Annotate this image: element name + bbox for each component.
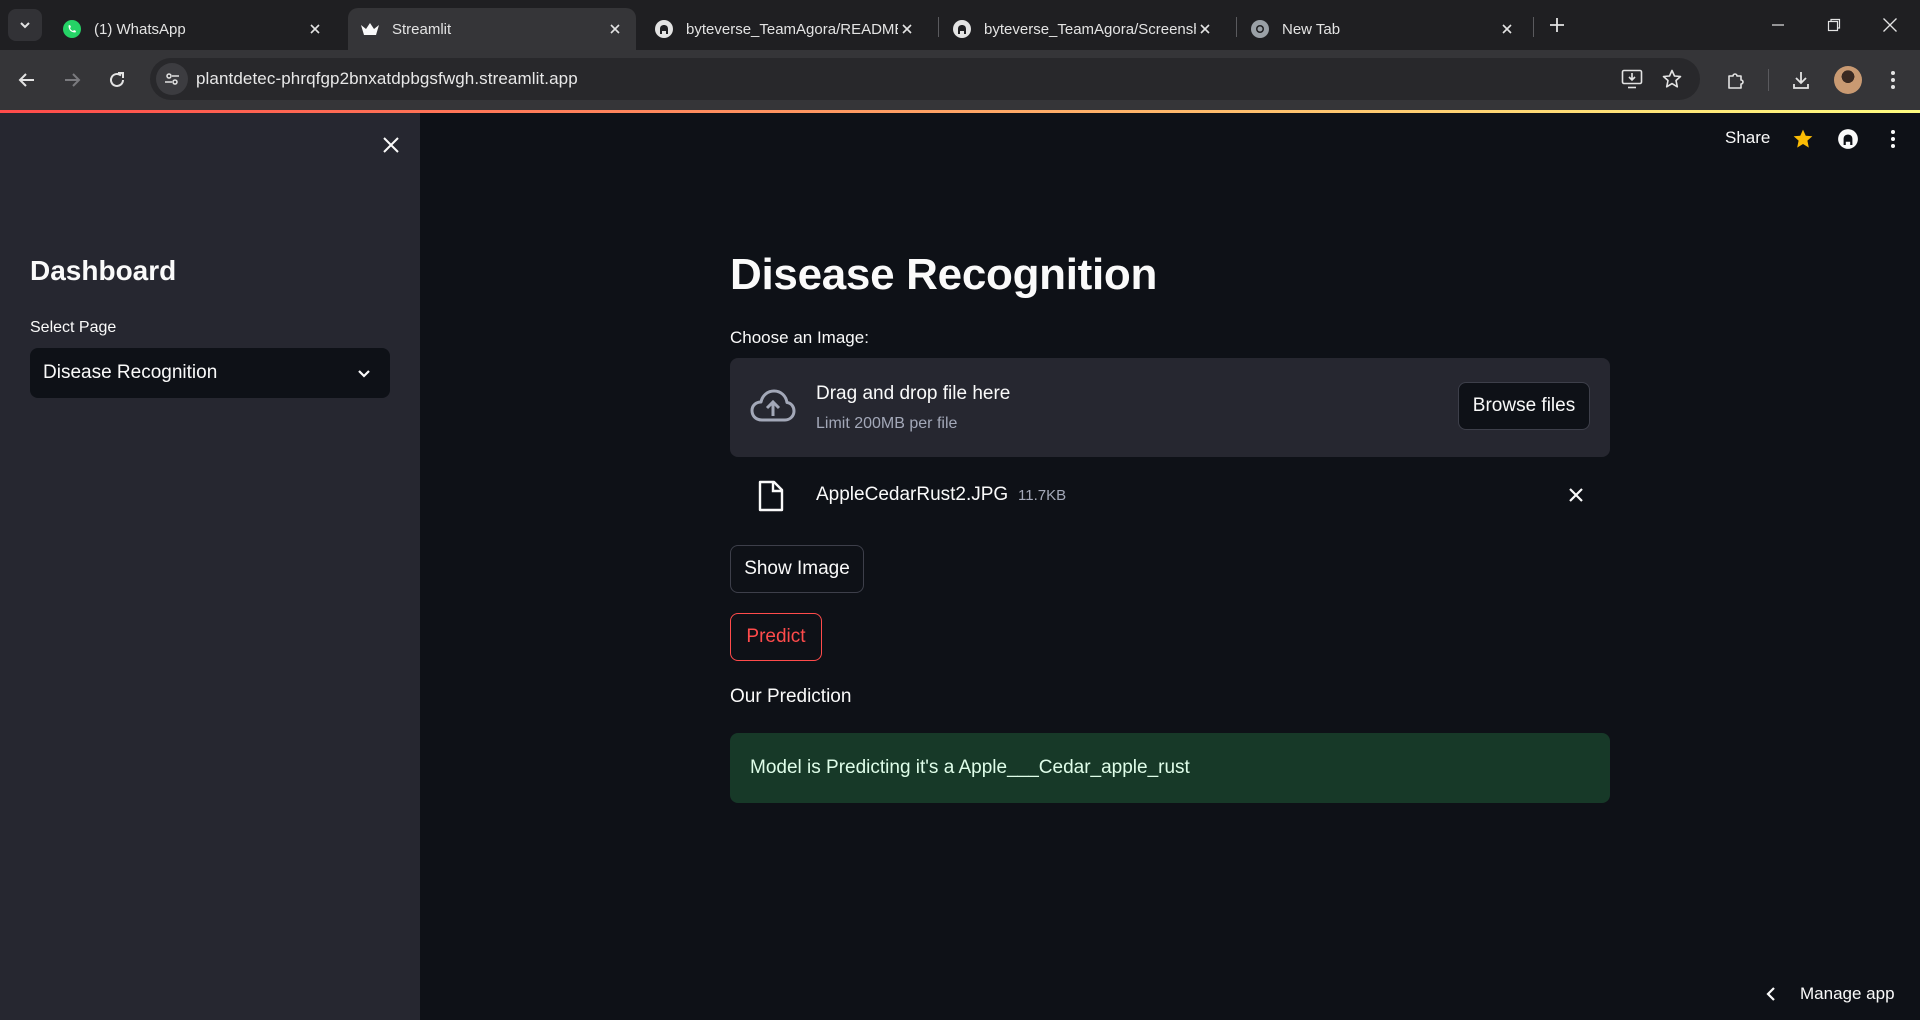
tab-separator (938, 17, 939, 37)
whatsapp-icon (62, 19, 82, 39)
profile-avatar[interactable] (1834, 66, 1862, 94)
restore-icon (1827, 18, 1841, 32)
tab-title: (1) WhatsApp (94, 20, 186, 38)
bookmark-button[interactable] (1660, 67, 1684, 91)
select-page-label: Select Page (30, 319, 117, 336)
browser-menu-button[interactable] (1878, 65, 1908, 95)
chevron-down-icon (354, 363, 374, 383)
uploaded-file-row: AppleCedarRust2.JPG 11.7KB (730, 475, 1610, 515)
manage-app-label: Manage app (1800, 984, 1895, 1003)
arrow-right-icon (65, 73, 81, 87)
file-dropzone[interactable]: Drag and drop file here Limit 200MB per … (730, 358, 1610, 457)
browser-tab-strip: (1) WhatsApp Streamlit byteverse_TeamAgo… (0, 0, 1920, 50)
minimize-icon (1772, 24, 1784, 26)
cloud-upload-icon (750, 388, 796, 426)
tab-title: Streamlit (392, 20, 452, 38)
star-icon (1793, 129, 1813, 148)
main-content (420, 113, 1920, 1020)
url-text[interactable]: plantdetec-phrqfgp2bnxatdpbgsfwgh.stream… (196, 69, 578, 89)
new-tab-button[interactable] (1542, 10, 1572, 40)
uploader-label: Choose an Image: (730, 328, 869, 347)
back-button[interactable] (10, 63, 44, 97)
file-icon (758, 480, 784, 512)
page-selectbox[interactable]: Disease Recognition (30, 348, 390, 398)
address-bar[interactable]: plantdetec-phrqfgp2bnxatdpbgsfwgh.stream… (150, 58, 1700, 100)
predict-button[interactable]: Predict (730, 613, 822, 661)
uploaded-file-size: 11.7KB (1018, 487, 1067, 504)
tab-title: New Tab (1282, 20, 1341, 38)
share-button[interactable]: Share (1725, 128, 1770, 148)
restore-button[interactable] (1806, 0, 1862, 50)
install-icon (1621, 69, 1643, 89)
window-close-button[interactable] (1862, 0, 1918, 50)
tab-whatsapp[interactable]: (1) WhatsApp (50, 8, 336, 50)
close-icon[interactable] (306, 20, 324, 38)
remove-file-button[interactable] (1564, 483, 1588, 507)
arrow-left-icon (18, 73, 34, 87)
close-icon[interactable] (1196, 20, 1214, 38)
forward-button[interactable] (55, 63, 89, 97)
chrome-icon (1250, 19, 1270, 39)
github-source-button[interactable] (1835, 126, 1861, 152)
extensions-button[interactable] (1721, 65, 1751, 95)
star-outline-icon (1662, 69, 1682, 88)
prediction-text: Model is Predicting it's a Apple___Cedar… (750, 757, 1190, 778)
plus-icon (1550, 18, 1564, 32)
close-icon[interactable] (898, 20, 916, 38)
streamlit-icon (360, 19, 380, 39)
toolbar-separator (1768, 69, 1769, 91)
drop-instructions: Drag and drop file here (816, 383, 1011, 404)
sidebar-heading: Dashboard (30, 255, 177, 286)
github-icon (1838, 129, 1858, 149)
tab-streamlit[interactable]: Streamlit (348, 8, 636, 50)
download-icon (1793, 72, 1809, 89)
tab-github-screenshots[interactable]: byteverse_TeamAgora/Screensh (940, 8, 1226, 50)
sidebar-collapse-button[interactable] (376, 130, 406, 160)
sidebar: Dashboard Select Page Disease Recognitio… (0, 113, 420, 1020)
tune-icon (165, 73, 179, 85)
show-image-button[interactable]: Show Image (730, 545, 864, 593)
install-app-button[interactable] (1620, 67, 1644, 91)
close-icon (1569, 488, 1583, 502)
site-info-button[interactable] (156, 63, 188, 95)
minimize-button[interactable] (1750, 0, 1806, 50)
favorite-button[interactable] (1790, 126, 1816, 152)
github-icon (952, 19, 972, 39)
puzzle-icon (1728, 73, 1744, 89)
page-title: Disease Recognition (730, 250, 1158, 299)
browser-toolbar: plantdetec-phrqfgp2bnxatdpbgsfwgh.stream… (0, 50, 1920, 110)
tab-search-button[interactable] (8, 9, 42, 41)
tab-separator (1533, 17, 1534, 37)
reload-button[interactable] (100, 63, 134, 97)
more-vertical-icon (1891, 130, 1895, 148)
downloads-button[interactable] (1786, 65, 1816, 95)
github-icon (654, 19, 674, 39)
tab-new-tab[interactable]: New Tab (1238, 8, 1528, 50)
close-icon (383, 137, 399, 153)
tab-title: byteverse_TeamAgora/Screensh (984, 20, 1196, 38)
more-vertical-icon (1891, 71, 1895, 89)
manage-app-button[interactable]: Manage app (1762, 982, 1895, 1006)
tab-separator (1236, 17, 1237, 37)
close-icon[interactable] (606, 20, 624, 38)
close-icon (1883, 18, 1897, 32)
prediction-success-alert: Model is Predicting it's a Apple___Cedar… (730, 733, 1610, 803)
chevron-left-icon (1762, 985, 1780, 1003)
page-select-value: Disease Recognition (43, 362, 218, 383)
close-icon[interactable] (1498, 20, 1516, 38)
reload-icon (110, 72, 124, 87)
browse-files-button[interactable]: Browse files (1458, 382, 1590, 430)
app-menu-button[interactable] (1880, 126, 1906, 152)
prediction-heading: Our Prediction (730, 686, 852, 707)
file-limit-text: Limit 200MB per file (816, 415, 958, 432)
uploaded-file-name: AppleCedarRust2.JPG (816, 484, 1009, 505)
chevron-down-icon (20, 22, 30, 29)
tab-github-readme[interactable]: byteverse_TeamAgora/README (642, 8, 928, 50)
tab-title: byteverse_TeamAgora/README (686, 20, 898, 38)
